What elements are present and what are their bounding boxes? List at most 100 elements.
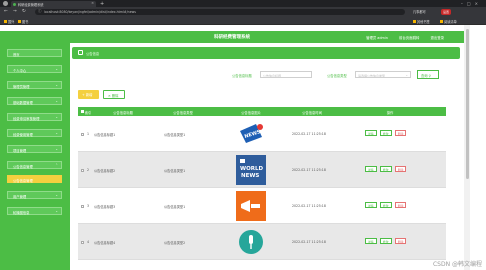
bookmark-item[interactable]: 国外	[4, 19, 14, 24]
row-type: 公告信息类型2	[164, 241, 186, 245]
sidebar-item-admins[interactable]: 管理员管理 ⌄	[7, 81, 62, 89]
chevron-down-icon: ⌄	[55, 147, 58, 152]
sidebar-item-fund-usage[interactable]: 经费使用管理 ⌄	[7, 129, 62, 137]
row-actions: 详情 修改 删除	[365, 130, 408, 136]
folder-icon	[4, 20, 7, 24]
chevron-down-icon: ⌄	[55, 83, 58, 88]
row-delete-button[interactable]: 删除	[394, 166, 407, 172]
back-icon[interactable]: ←	[4, 9, 8, 14]
browser-menu-icon[interactable]	[3, 1, 8, 6]
detail-button[interactable]: 详情	[365, 130, 377, 136]
row-checkbox[interactable]	[81, 204, 84, 208]
logout-link[interactable]: 退出登录	[430, 36, 444, 40]
window-controls[interactable]: –□×	[461, 1, 482, 6]
trash-icon: ✕	[108, 94, 111, 98]
column-header-title: 公告信息标题	[113, 110, 133, 115]
url-field[interactable]: ⓘ localhost:8080/keyanjingfei/admin/dist…	[35, 9, 405, 15]
row-checkbox[interactable]	[81, 168, 84, 172]
world-news-image: WORLD NEWS	[236, 155, 266, 185]
reload-icon[interactable]: ↻	[22, 9, 26, 14]
chevron-down-icon: ⌄	[55, 115, 58, 120]
frontend-link[interactable]: 前台页面跳转	[399, 36, 419, 40]
row-title: 公告信息标题2	[94, 169, 116, 173]
search-button[interactable]: 查询 ⚲	[417, 70, 439, 79]
title-search-input[interactable]: 公告信息标题	[260, 71, 312, 78]
sidebar-item-basic-data[interactable]: 基础数据管理 ⌄	[7, 97, 62, 105]
microphone-image	[236, 227, 266, 257]
column-header-index: 索引	[84, 110, 92, 115]
table-row: 4 公告信息标题4 公告信息类型2 2022-02-17 11:25:18 详情…	[78, 224, 446, 260]
url-text: localhost:8080/keyanjingfei/admin/dist/i…	[44, 9, 136, 14]
row-title: 公告信息标题3	[94, 205, 116, 209]
edit-button[interactable]: 修改	[379, 238, 392, 244]
site-info-icon[interactable]: ⓘ	[38, 9, 42, 14]
extension-label[interactable]: 凡事都可	[413, 9, 426, 14]
new-tab-button[interactable]: +	[100, 1, 104, 7]
folder-icon	[413, 20, 416, 24]
row-delete-button[interactable]: 删除	[394, 238, 407, 244]
svg-text:NEWS: NEWS	[241, 173, 259, 179]
row-index: 2	[86, 168, 90, 172]
breadcrumb-text: 公告信息	[86, 51, 100, 56]
row-checkbox[interactable]	[81, 132, 84, 136]
sidebar: 首页 个人中心 ⌄ 管理员管理 ⌄ 基础数据管理 ⌄ 经费申请审核管理 ⌄ 经费使用管理…	[0, 43, 70, 270]
row-time: 2022-02-17 11:25:18	[292, 204, 326, 208]
column-header-image: 公告信息图片	[241, 110, 261, 115]
row-actions: 详情 修改 删除	[365, 238, 408, 244]
column-header-actions: 操作	[386, 110, 394, 115]
scrollbar-thumb[interactable]	[465, 29, 469, 179]
row-checkbox[interactable]	[81, 240, 84, 244]
row-type: 公告信息类型1	[164, 169, 186, 173]
sidebar-item-users[interactable]: 用户管理 ⌄	[7, 191, 62, 199]
type-select[interactable]: 请选择公告信息类型 ⌄	[355, 71, 411, 78]
table-header: 索引 公告信息标题 公告信息类型 公告信息图片 公告信息时间 操作	[78, 107, 446, 116]
edit-button[interactable]: 修改	[379, 166, 392, 172]
chevron-down-icon: ⌄	[55, 193, 58, 198]
row-actions: 详情 修改 删除	[365, 202, 408, 208]
sidebar-subitem-notices[interactable]: 公告信息管理	[7, 175, 62, 183]
chevron-down-icon: ⌄	[55, 67, 58, 72]
extension-button[interactable]: 设置	[441, 9, 452, 15]
tab-title: 科研经费管理系统	[18, 2, 44, 7]
row-type: 公告信息类型1	[164, 133, 186, 137]
detail-button[interactable]: 详情	[365, 202, 377, 208]
edit-button[interactable]: 修改	[379, 130, 392, 136]
bookmark-item[interactable]: 图书	[18, 19, 28, 24]
sidebar-item-fund-review[interactable]: 经费申请审核管理 ⌄	[7, 113, 62, 121]
sidebar-item-notices[interactable]: 公告信息管理 ⌃	[7, 161, 62, 169]
delete-button[interactable]: ✕ 删除	[103, 90, 125, 99]
row-actions: 详情 修改 删除	[365, 166, 408, 172]
sidebar-item-profile[interactable]: 个人中心 ⌄	[7, 65, 62, 73]
type-search-label: 公告信息类型	[327, 74, 347, 78]
select-all-checkbox[interactable]	[81, 109, 84, 113]
home-icon[interactable]	[78, 50, 83, 55]
current-user-link[interactable]: 管理员 admin	[366, 36, 388, 40]
row-delete-button[interactable]: 删除	[394, 130, 407, 136]
add-button[interactable]: + 新增	[78, 90, 99, 99]
row-title: 公告信息标题4	[94, 241, 116, 245]
row-time: 2022-02-17 11:25:18	[292, 132, 326, 136]
table-row: 1 公告信息标题1 公告信息类型1 NEWS 2022-02-17 11:25:…	[78, 116, 446, 152]
detail-button[interactable]: 详情	[365, 166, 377, 172]
row-delete-button[interactable]: 删除	[394, 202, 407, 208]
row-time: 2022-02-17 11:25:18	[292, 168, 326, 172]
header-links: 管理员 admin 前台页面跳转 退出登录	[356, 35, 444, 40]
edit-button[interactable]: 修改	[379, 202, 392, 208]
watermark: CSDN @韩文编程	[432, 261, 482, 268]
reading-list[interactable]: 阅读清单	[440, 19, 457, 24]
sidebar-item-projects[interactable]: 项目管理 ⌄	[7, 145, 62, 153]
other-bookmarks[interactable]: 其他书签	[413, 19, 430, 24]
sidebar-item-home[interactable]: 首页	[7, 49, 62, 57]
detail-button[interactable]: 详情	[365, 238, 377, 244]
plus-icon: +	[82, 93, 85, 98]
folder-icon	[18, 20, 21, 24]
sidebar-item-carousel[interactable]: 轮播图信息 ⌄	[7, 207, 62, 215]
bookmarks-bar: 国外 图书 其他书签 阅读清单	[0, 17, 486, 25]
chevron-down-icon: ⌄	[55, 99, 58, 104]
row-index: 4	[86, 240, 90, 244]
chevron-up-icon: ⌃	[55, 163, 58, 168]
svg-text:WORLD: WORLD	[240, 166, 263, 172]
tab-close-icon[interactable]: ×	[91, 1, 94, 5]
row-title: 公告信息标题1	[94, 133, 116, 137]
forward-icon[interactable]: →	[13, 9, 17, 14]
